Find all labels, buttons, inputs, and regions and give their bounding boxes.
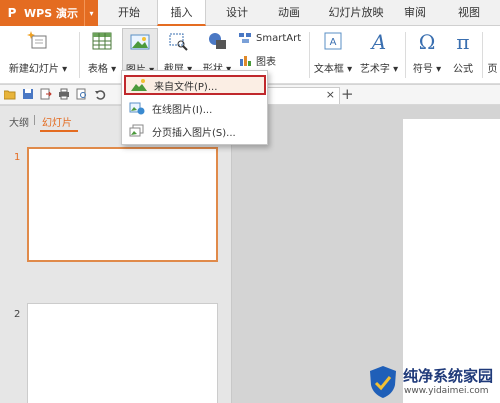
smartart-label: SmartArt: [256, 32, 302, 44]
menu-item-label: 在线图片(I)...: [152, 104, 213, 116]
wordart-button[interactable]: A 艺术字 ▾: [357, 28, 401, 80]
omega-icon: Ω: [419, 30, 436, 52]
wordart-icon: A: [370, 30, 386, 52]
table-button[interactable]: 表格 ▾: [84, 28, 120, 80]
app-title: WPS 演示: [24, 7, 78, 20]
multi-picture-icon: [129, 124, 144, 137]
menu-item-label: 来自文件(P)...: [154, 81, 218, 93]
new-slide-button[interactable]: 新建幻灯片 ▾: [5, 28, 71, 80]
chart-icon: [240, 56, 251, 66]
ribbon-divider: [309, 32, 310, 78]
tab-slides[interactable]: 幻灯片: [42, 114, 72, 129]
open-folder-icon[interactable]: [4, 88, 16, 100]
page-icon: [485, 30, 500, 52]
menu-item-online-picture[interactable]: 在线图片(I)...: [124, 98, 266, 118]
table-label: 表格 ▾: [87, 64, 117, 75]
shapes-icon: [209, 33, 226, 49]
screenshot-icon: [169, 33, 188, 51]
textbox-label: 文本框 ▾: [313, 64, 353, 75]
slide-number: 2: [14, 309, 21, 320]
slide-number: 1: [14, 152, 21, 163]
symbol-button[interactable]: Ω 符号 ▾: [409, 28, 445, 80]
picture-dropdown-menu: 来自文件(P)... 在线图片(I)... 分页插入图片(S)...: [121, 70, 268, 145]
tab-review[interactable]: 审阅: [396, 0, 434, 26]
chart-label: 图表: [256, 56, 276, 68]
page-label: 页: [487, 64, 498, 75]
tab-insert[interactable]: 插入: [157, 0, 206, 26]
tab-design[interactable]: 设计: [218, 0, 256, 26]
smartart-button[interactable]: SmartArt: [239, 30, 301, 46]
wps-logo-icon: P: [7, 6, 17, 20]
picture-file-icon: [131, 79, 147, 91]
shield-logo-icon: [370, 366, 396, 398]
tab-outline[interactable]: 大纲: [9, 114, 29, 129]
pi-icon: π: [456, 30, 469, 52]
textbox-icon: A: [324, 32, 342, 50]
chevron-down-icon[interactable]: ▾: [84, 0, 98, 26]
formula-label: 公式: [453, 64, 473, 75]
chart-button[interactable]: 图表: [239, 52, 276, 68]
table-icon: [92, 32, 112, 50]
watermark-logo: 纯净系统家园 www.yidaimei.com: [364, 359, 500, 403]
symbol-label: 符号 ▾: [412, 64, 442, 75]
new-slide-label: 新建幻灯片 ▾: [8, 64, 68, 75]
ribbon-divider: [482, 32, 483, 78]
watermark-title: 纯净系统家园: [403, 367, 494, 385]
watermark-url: www.yidaimei.com: [404, 386, 489, 396]
picture-icon: [130, 34, 150, 50]
svg-text:Ω: Ω: [419, 30, 436, 52]
tab-home[interactable]: 开始: [110, 0, 148, 26]
smartart-icon: [239, 33, 251, 43]
ribbon-divider: [405, 32, 406, 78]
new-slide-icon: [27, 31, 47, 49]
formula-button[interactable]: π 公式: [448, 28, 478, 80]
menu-item-from-file[interactable]: 来自文件(P)...: [124, 75, 266, 95]
close-icon[interactable]: ×: [326, 88, 335, 101]
menu-item-label: 分页插入图片(S)...: [152, 127, 236, 139]
ribbon-tab-bar: P WPS 演示 ▾ 开始 插入 设计 动画 幻灯片放映 审阅 视图: [0, 0, 500, 26]
wordart-label: 艺术字 ▾: [359, 64, 399, 75]
active-tab-underline: [40, 130, 78, 132]
document-tab[interactable]: ×: [258, 87, 340, 104]
tab-divider: [34, 115, 35, 125]
tab-slideshow[interactable]: 幻灯片放映: [322, 0, 390, 26]
save-icon[interactable]: [22, 88, 34, 100]
page-button[interactable]: 页: [485, 28, 500, 80]
tab-animation[interactable]: 动画: [270, 0, 308, 26]
slide-thumbnail-2[interactable]: [27, 303, 218, 403]
svg-text:A: A: [370, 30, 386, 52]
slide-thumbnail-panel: 大纲 幻灯片 1 2: [0, 106, 232, 403]
app-menu-button[interactable]: P WPS 演示 ▾: [0, 0, 98, 26]
undo-icon[interactable]: [94, 88, 106, 100]
menu-item-insert-by-page[interactable]: 分页插入图片(S)...: [124, 121, 266, 141]
tab-view[interactable]: 视图: [450, 0, 488, 26]
print-preview-icon[interactable]: [76, 88, 88, 100]
svg-text:A: A: [330, 37, 337, 48]
slide-thumbnail-1[interactable]: [27, 147, 218, 262]
svg-text:π: π: [456, 30, 469, 52]
ribbon-divider: [79, 32, 80, 78]
new-tab-plus-icon[interactable]: +: [341, 85, 354, 103]
print-icon[interactable]: [58, 88, 70, 100]
online-picture-icon: [129, 102, 145, 115]
textbox-button[interactable]: A 文本框 ▾: [311, 28, 355, 80]
export-icon[interactable]: [40, 88, 52, 100]
